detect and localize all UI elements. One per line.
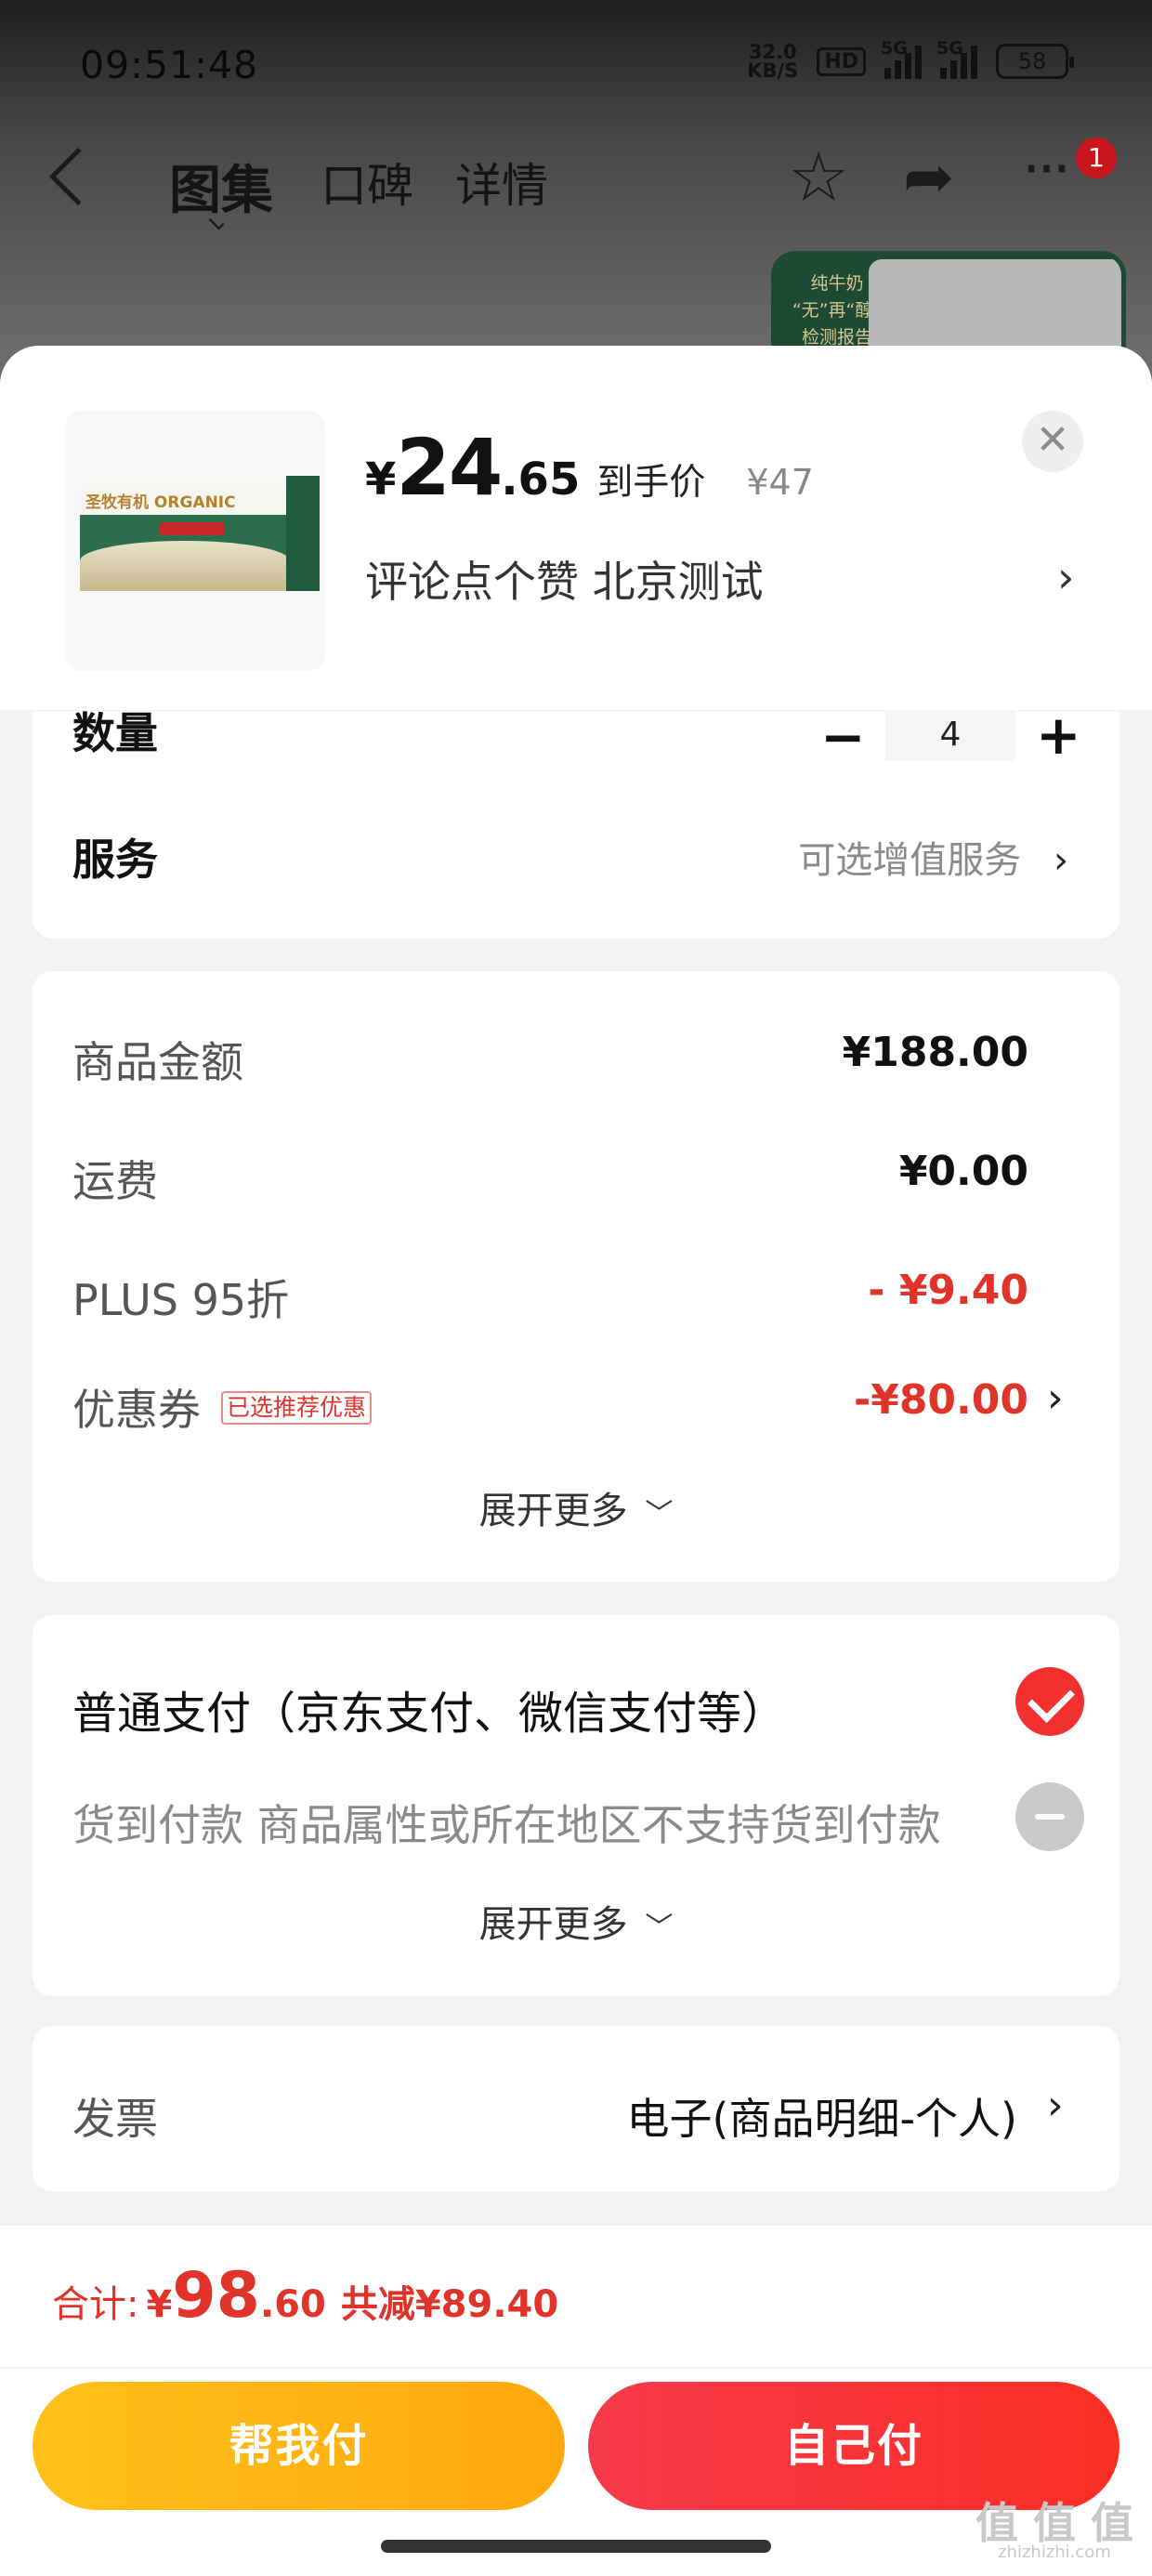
checked-icon[interactable] xyxy=(1015,1667,1084,1736)
amount-value-shipping: ¥0.00 xyxy=(898,1148,1028,1195)
quantity-minus-button[interactable]: − xyxy=(820,705,866,769)
status-icons: 32.0 KB/S HD 5G 5G 58 xyxy=(747,38,1074,82)
disabled-icon xyxy=(1015,1782,1084,1851)
home-indicator[interactable] xyxy=(381,2540,771,2553)
top-navbar: 图集 口碑 详情 ☆ ➦ ··· 1 xyxy=(0,136,1152,230)
price-symbol: ¥ xyxy=(365,453,397,506)
amount-label-plus: PLUS 95折 xyxy=(72,1275,290,1325)
product-header: 圣牧有机 ORGANIC ¥ 24 .65 到手价 ¥47 评论点个赞 北京测试… xyxy=(0,346,1152,710)
signal-label: 5G xyxy=(881,38,908,59)
coupon-badge: 已选推荐优惠 xyxy=(221,1390,373,1425)
status-time: 09:51:48 xyxy=(80,43,259,87)
quantity-plus-button[interactable]: + xyxy=(1036,703,1081,767)
box-brand-text: 圣牧有机 ORGANIC xyxy=(85,493,236,512)
price-line: ¥ 24 .65 到手价 ¥47 xyxy=(365,422,814,513)
help-pay-button[interactable]: 帮我付 xyxy=(33,2382,565,2510)
share-icon[interactable]: ➦ xyxy=(903,147,954,208)
expand-more-payment[interactable]: 展开更多 ﹀ xyxy=(33,1894,1119,1948)
chevron-down-icon: ﹀ xyxy=(645,1498,674,1531)
more-icon[interactable]: ··· xyxy=(1022,136,1071,204)
invoice-card[interactable]: 发票 电子(商品明细-个人) › xyxy=(33,2026,1119,2191)
box-red-label xyxy=(160,522,225,535)
service-value-text: 可选增值服务 xyxy=(798,839,1022,882)
bottom-action-bar: 合计: ¥ 98 .60 共减¥89.40 帮我付 自己付 值 值 值 zhiz… xyxy=(0,2226,1152,2576)
total-decimal: .60 xyxy=(259,2283,326,2326)
net-speed-unit: KB/S xyxy=(747,59,799,82)
signal-icon: 5G xyxy=(881,38,922,79)
chevron-right-icon[interactable]: › xyxy=(1047,1374,1064,1422)
chevron-right-icon: › xyxy=(1054,839,1068,882)
close-icon: ✕ xyxy=(1035,416,1070,464)
quantity-input[interactable]: 4 xyxy=(885,711,1015,761)
tab-gallery[interactable]: 图集 xyxy=(169,149,273,224)
chevron-right-icon[interactable]: › xyxy=(1057,552,1074,602)
divider xyxy=(0,2367,1152,2369)
milk-box-front: 圣牧有机 ORGANIC xyxy=(80,487,290,591)
expand-more-label: 展开更多 xyxy=(478,1903,628,1946)
signal-icon-2: 5G xyxy=(936,38,977,79)
service-value[interactable]: 可选增值服务 › xyxy=(798,830,1068,884)
invoice-value[interactable]: 电子(商品明细-个人) xyxy=(627,2085,1018,2147)
quantity-label: 数量 xyxy=(72,708,158,758)
close-button[interactable]: ✕ xyxy=(1022,411,1083,472)
invoice-label: 发票 xyxy=(72,2094,158,2144)
amount-value-goods: ¥188.00 xyxy=(842,1029,1028,1076)
self-pay-button[interactable]: 自己付 xyxy=(588,2382,1119,2510)
watermark: 值 值 值 zhizhizhi.com xyxy=(975,2498,1133,2562)
watermark-text: 值 值 值 xyxy=(975,2498,1133,2548)
amount-label-coupon[interactable]: 优惠券 已选推荐优惠 xyxy=(72,1376,373,1438)
box-field-art xyxy=(80,541,290,591)
payment-option-cod: 货到付款 商品属性或所在地区不支持货到付款 xyxy=(72,1800,941,1850)
total-integer: 98 xyxy=(172,2259,260,2333)
amount-value-plus: - ¥9.40 xyxy=(868,1267,1028,1314)
original-price: ¥47 xyxy=(746,462,814,503)
promo-text[interactable]: 评论点个赞 北京测试 xyxy=(365,548,764,610)
expand-more-amounts[interactable]: 展开更多 ﹀ xyxy=(33,1480,1119,1534)
amounts-card: 商品金额 ¥188.00 运费 ¥0.00 PLUS 95折 - ¥9.40 优… xyxy=(33,971,1119,1582)
price-tag: 到手价 xyxy=(596,462,706,504)
total-symbol: ¥ xyxy=(146,2283,173,2326)
total-line: 合计: ¥ 98 .60 共减¥89.40 xyxy=(52,2259,558,2333)
expand-more-label: 展开更多 xyxy=(478,1490,628,1532)
coupon-label: 优惠券 xyxy=(72,1385,201,1435)
total-discount: 共减¥89.40 xyxy=(340,2283,559,2326)
tab-reviews[interactable]: 口碑 xyxy=(321,149,413,216)
product-image: 圣牧有机 ORGANIC xyxy=(65,411,325,671)
amount-label-goods: 商品金额 xyxy=(72,1037,243,1087)
notification-badge: 1 xyxy=(1076,138,1117,178)
payment-option-normal[interactable]: 普通支付（京东支付、微信支付等） xyxy=(72,1676,786,1741)
chevron-down-icon: ﹀ xyxy=(645,1912,674,1944)
price-integer: 24 xyxy=(396,422,503,513)
quantity-service-card: 数量 − 4 + 服务 可选增值服务 › xyxy=(33,703,1119,939)
background-page: 09:51:48 32.0 KB/S HD 5G 5G 58 图集 口碑 详情 … xyxy=(0,0,1152,409)
battery-icon: 58 xyxy=(996,44,1074,79)
net-speed: 32.0 KB/S xyxy=(747,41,799,82)
watermark-sub: zhizhizhi.com xyxy=(998,2543,1111,2562)
tab-details[interactable]: 详情 xyxy=(455,149,548,216)
amount-value-coupon[interactable]: -¥80.00 xyxy=(854,1376,1028,1424)
total-label: 合计: xyxy=(52,2283,139,2326)
back-icon[interactable] xyxy=(48,147,108,206)
payment-card: 普通支付（京东支付、微信支付等） 货到付款 商品属性或所在地区不支持货到付款 展… xyxy=(33,1615,1119,1996)
chevron-right-icon[interactable]: › xyxy=(1047,2082,1064,2129)
hd-icon: HD xyxy=(817,46,866,76)
net-speed-value: 32.0 xyxy=(748,41,797,63)
price-decimal: .65 xyxy=(501,453,581,506)
milk-box-side xyxy=(286,476,320,591)
service-label: 服务 xyxy=(72,835,158,885)
favorite-star-icon[interactable]: ☆ xyxy=(788,143,849,212)
signal-label-2: 5G xyxy=(936,38,963,59)
amount-label-shipping: 运费 xyxy=(72,1156,158,1206)
